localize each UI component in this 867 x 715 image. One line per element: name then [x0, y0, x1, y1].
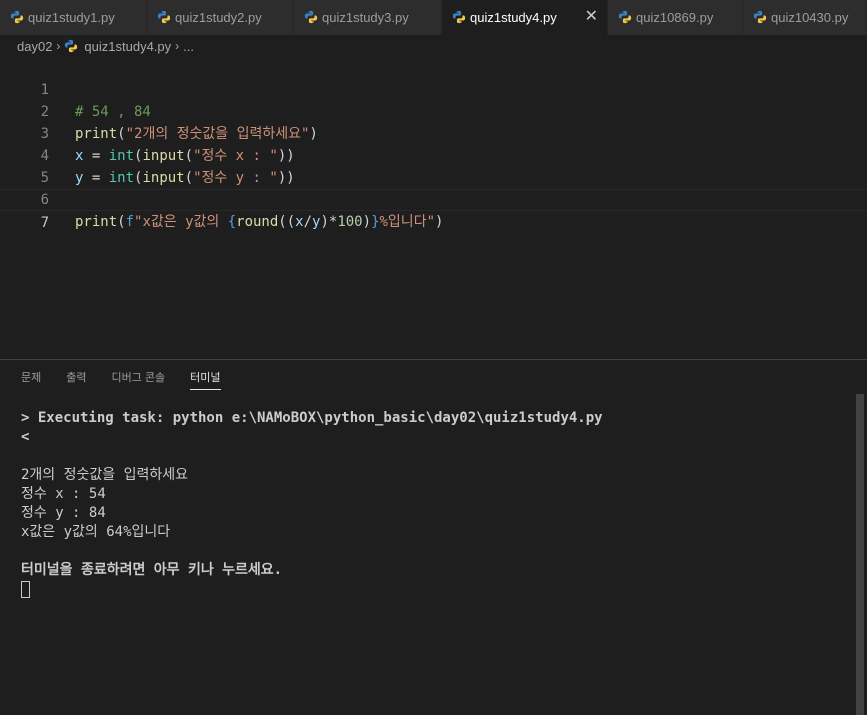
code-line-current[interactable]: 7 — [0, 189, 867, 231]
python-file-icon — [157, 10, 171, 24]
code-paren: (( — [278, 214, 296, 230]
tab-label: quiz10869.py — [636, 10, 714, 25]
python-file-icon — [10, 10, 24, 24]
tab-label: quiz10430.py — [771, 10, 849, 25]
terminal-output[interactable]: > Executing task: python e:\NAMoBOX\pyth… — [21, 409, 603, 599]
tab-label: quiz1study4.py — [470, 10, 557, 25]
code-string: "x값은 y값의 — [134, 214, 228, 230]
code-string: %입니다" — [379, 214, 436, 230]
tab-label: quiz1study2.py — [175, 10, 262, 25]
code-paren: ( — [117, 214, 126, 230]
breadcrumb-file[interactable]: quiz1study4.py — [84, 39, 171, 54]
terminal-task-line: > Executing task: python e:\NAMoBOX\pyth… — [21, 410, 603, 426]
tab-problems[interactable]: 문제 — [21, 370, 41, 390]
breadcrumb-folder[interactable]: day02 — [17, 39, 52, 54]
code-number: 100 — [337, 214, 363, 230]
code-function: round — [236, 214, 279, 230]
tab-quiz1study4[interactable]: quiz1study4.py ✕ — [442, 0, 608, 35]
code-line: 1 # 54 , 84 — [0, 57, 867, 120]
editor-tab-bar: quiz1study1.py quiz1study2.py quiz1study… — [0, 0, 867, 35]
chevron-right-icon: › — [56, 39, 61, 53]
code-brace: } — [371, 214, 380, 230]
code-line: 2 print("2개의 정숫값을 입력하세요") — [0, 79, 867, 142]
python-file-icon — [64, 39, 78, 53]
code-line: 3 x = int(input("정수 x : ")) — [0, 101, 867, 164]
tab-quiz1study3[interactable]: quiz1study3.py — [294, 0, 442, 35]
tab-output[interactable]: 출력 — [66, 370, 86, 390]
python-file-icon — [304, 10, 318, 24]
terminal-line: 정수 y : 84 — [21, 505, 106, 521]
terminal-line: x값은 y값의 64%입니다 — [21, 524, 171, 540]
terminal-prompt-line — [21, 580, 603, 599]
tab-terminal[interactable]: 터미널 — [190, 370, 221, 390]
terminal-cursor[interactable] — [21, 580, 30, 598]
bottom-panel: 문제 출력 디버그 콘솔 터미널 > Executing task: pytho… — [0, 359, 867, 715]
chevron-right-icon: › — [175, 39, 180, 53]
panel-tab-bar: 문제 출력 디버그 콘솔 터미널 — [21, 370, 246, 390]
python-file-icon — [452, 10, 466, 24]
code-paren: ) — [362, 214, 372, 230]
tab-quiz1study2[interactable]: quiz1study2.py — [147, 0, 294, 35]
code-operator: )* — [320, 214, 338, 230]
terminal-line: 2개의 정숫값을 입력하세요 — [21, 467, 188, 483]
code-paren: ) — [435, 214, 444, 230]
python-file-icon — [753, 10, 767, 24]
close-icon[interactable]: ✕ — [585, 8, 598, 26]
scrollbar-thumb[interactable] — [856, 394, 864, 715]
tab-quiz1study1[interactable]: quiz1study1.py — [0, 0, 147, 35]
terminal-line: 정수 x : 54 — [21, 486, 106, 502]
tab-quiz10430[interactable]: quiz10430.py — [743, 0, 867, 35]
code-brace: { — [227, 214, 237, 230]
code-variable: x — [295, 214, 304, 230]
code-line: 4 y = int(input("정수 y : ")) — [0, 123, 867, 186]
terminal-scrollbar[interactable] — [853, 394, 867, 715]
python-file-icon — [618, 10, 632, 24]
terminal-exit-prompt: 터미널을 종료하려면 아무 키나 누르세요. — [21, 562, 283, 578]
tab-quiz10869[interactable]: quiz10869.py — [608, 0, 743, 35]
breadcrumb: day02 › quiz1study4.py › ... — [0, 35, 867, 57]
line-number: 7 — [40, 215, 49, 231]
breadcrumb-symbols[interactable]: ... — [183, 39, 194, 54]
tab-label: quiz1study3.py — [322, 10, 409, 25]
code-line: 5 — [0, 145, 867, 186]
code-function: print — [75, 214, 118, 230]
tab-debug-console[interactable]: 디버그 콘솔 — [112, 370, 166, 390]
code-operator: / — [303, 214, 313, 230]
terminal-line: < — [21, 429, 30, 445]
code-fstring-prefix: f — [125, 214, 135, 230]
code-editor[interactable]: 1 # 54 , 84 2 print("2개의 정숫값을 입력하세요") 3 … — [0, 57, 867, 359]
tab-label: quiz1study1.py — [28, 10, 115, 25]
code-line: 6 print(f"x값은 y값의 {round((x/y)*100)}%입니다… — [0, 167, 867, 230]
